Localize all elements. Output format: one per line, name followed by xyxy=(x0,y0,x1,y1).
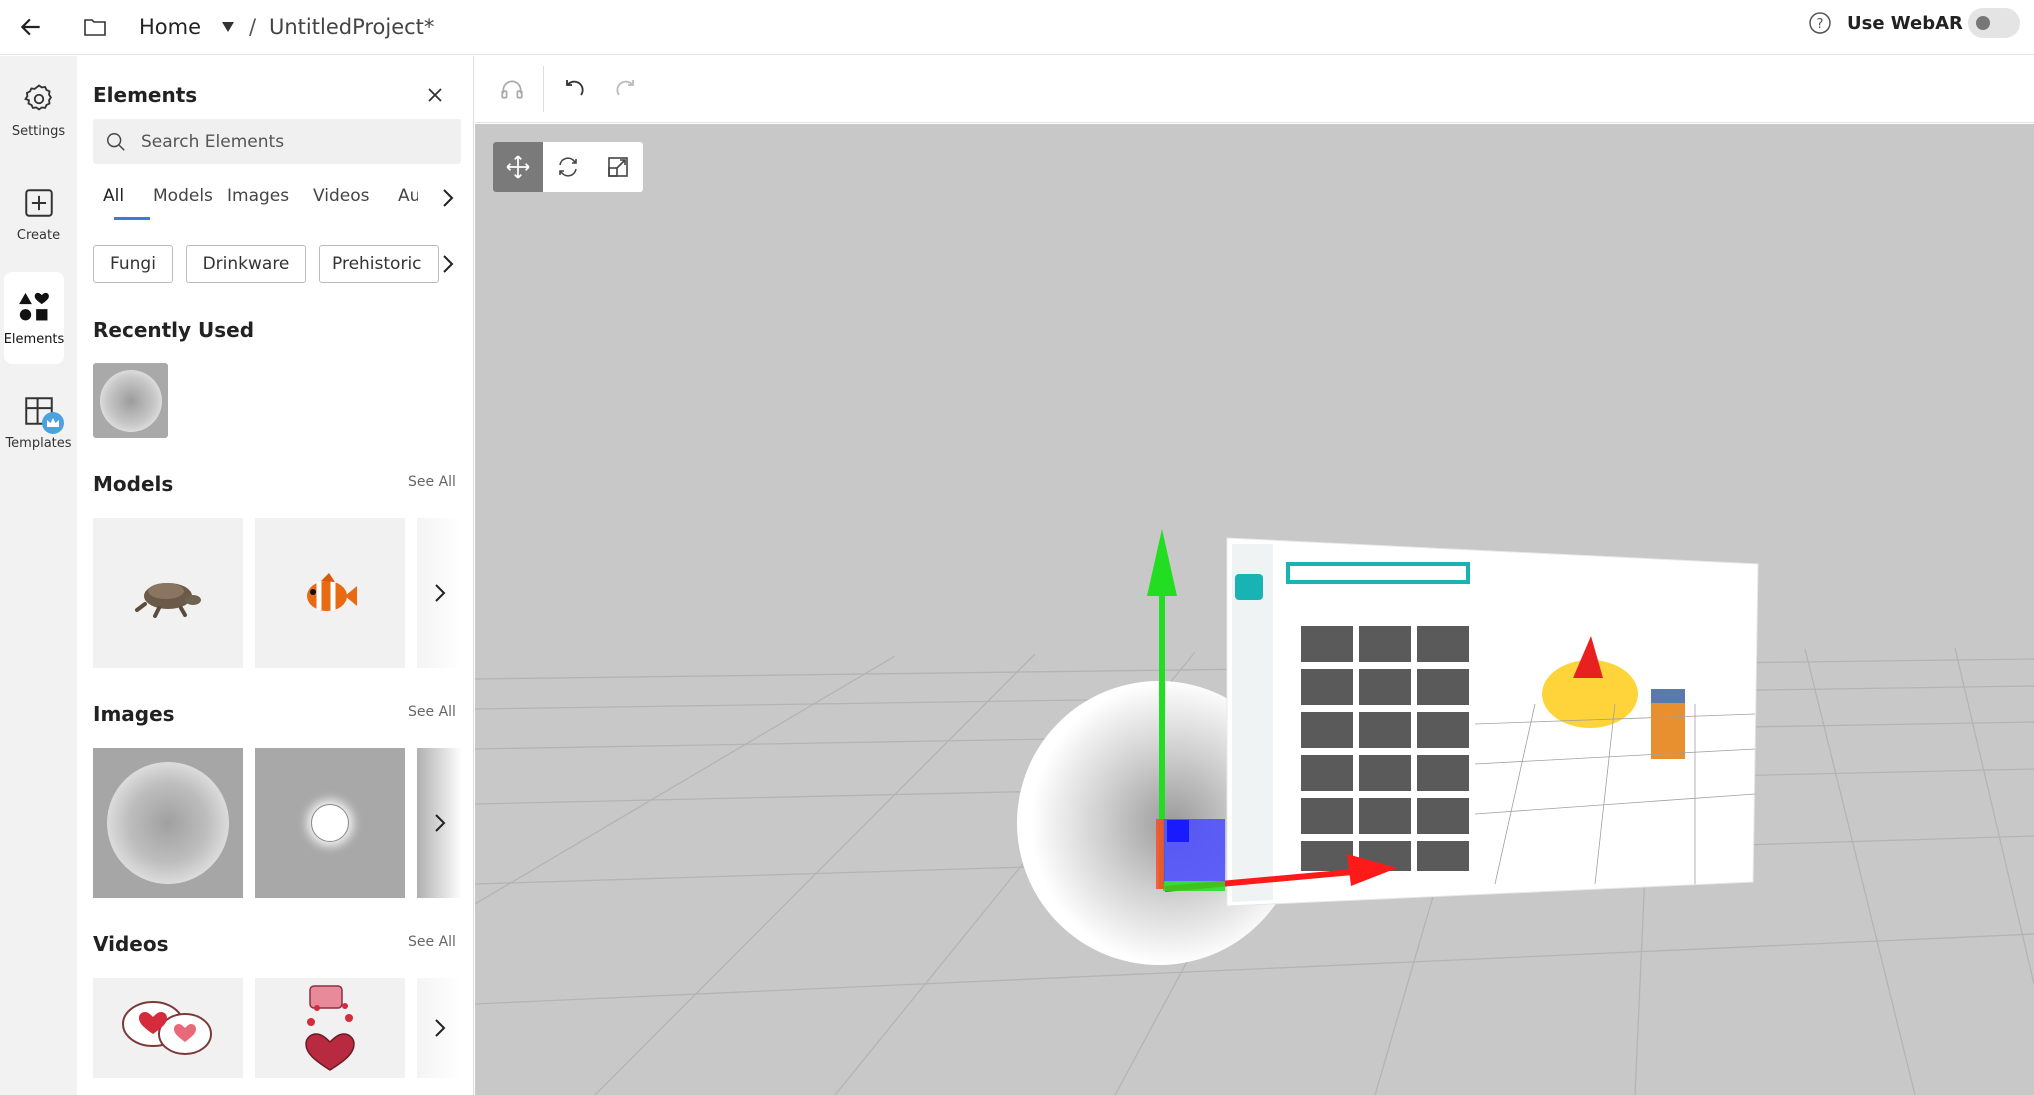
recent-item-radial-image[interactable] xyxy=(93,363,168,438)
scene-canvas xyxy=(475,529,2034,1095)
close-icon xyxy=(428,88,442,102)
undo-icon xyxy=(566,80,584,96)
chips-scroll-right-button[interactable] xyxy=(441,254,455,278)
chevron-right-icon xyxy=(443,255,454,273)
chip-drinkware[interactable]: Drinkware xyxy=(186,245,306,283)
elements-panel: Elements All Models Images Videos Au Fun… xyxy=(78,56,474,1095)
rail-item-elements[interactable]: Elements xyxy=(4,272,64,364)
images-title: Images xyxy=(93,702,175,726)
crown-icon xyxy=(46,417,59,427)
search-icon xyxy=(107,132,125,151)
tab-models[interactable]: Models xyxy=(153,186,213,206)
recently-used-title: Recently Used xyxy=(93,318,255,342)
rail-label-templates: Templates xyxy=(5,435,72,451)
breadcrumb-home[interactable]: Home xyxy=(139,11,201,43)
clownfish-icon xyxy=(307,573,357,611)
rail-label-elements: Elements xyxy=(3,331,65,347)
tab-images[interactable]: Images xyxy=(227,186,289,206)
move-tool-button[interactable] xyxy=(493,142,543,192)
left-rail: Settings Create Elements Templates xyxy=(0,56,77,1095)
model-thumb-clownfish[interactable] xyxy=(255,518,405,668)
model-thumb-turtle[interactable] xyxy=(93,518,243,668)
rotate-tool-button[interactable] xyxy=(543,142,593,192)
vr-headset-button[interactable] xyxy=(499,76,525,106)
models-see-all-link[interactable]: See All xyxy=(408,474,456,490)
viewport xyxy=(475,56,2034,1095)
images-see-all-link[interactable]: See All xyxy=(408,704,456,720)
rotate-icon xyxy=(559,157,577,177)
help-button[interactable]: ? xyxy=(1808,10,1834,36)
chip-prehistoric[interactable]: Prehistoric xyxy=(319,245,439,283)
chevron-right-icon xyxy=(434,1019,445,1037)
video-thumb-heart-box[interactable] xyxy=(255,978,405,1078)
rail-label-settings: Settings xyxy=(11,123,66,139)
svg-text:?: ? xyxy=(1817,17,1824,32)
tab-active-underline xyxy=(114,217,150,220)
chevron-right-icon xyxy=(434,814,445,832)
video-thumb-heart-bubbles[interactable] xyxy=(93,978,243,1078)
projects-button[interactable] xyxy=(82,12,112,42)
folder-icon xyxy=(84,19,106,36)
move-arrows-icon xyxy=(506,155,530,179)
caret-down-icon xyxy=(222,22,234,32)
breadcrumb-separator: / xyxy=(249,15,257,39)
templates-icon-wrap xyxy=(22,394,64,434)
models-title: Models xyxy=(93,472,174,496)
chevron-right-icon xyxy=(443,189,454,207)
videos-title: Videos xyxy=(93,932,169,956)
videos-next-button[interactable] xyxy=(417,978,462,1078)
webar-toggle[interactable] xyxy=(1968,8,2020,38)
toggle-knob xyxy=(1976,16,1990,30)
image-thumb-radial[interactable] xyxy=(93,748,243,898)
3d-scene[interactable] xyxy=(475,124,2034,1095)
help-circle-icon: ? xyxy=(1809,12,1831,34)
close-panel-button[interactable] xyxy=(424,84,446,106)
home-dropdown-toggle[interactable] xyxy=(221,14,235,40)
glow-dot-image xyxy=(311,804,349,842)
headset-icon xyxy=(501,80,523,99)
category-tabs: All Models Images Videos Au xyxy=(93,186,461,222)
tab-all[interactable]: All xyxy=(103,186,124,206)
scale-tool-button[interactable] xyxy=(593,142,643,192)
turtle-icon xyxy=(135,583,201,618)
radial-gradient-thumb xyxy=(99,369,162,432)
webar-label: Use WebAR xyxy=(1847,12,1963,34)
rail-item-create[interactable]: Create xyxy=(0,168,77,260)
tab-videos[interactable]: Videos xyxy=(313,186,370,206)
plus-square-icon xyxy=(24,188,53,217)
radial-gradient-image xyxy=(107,762,229,884)
images-next-button[interactable] xyxy=(417,748,462,898)
chip-fungi[interactable]: Fungi xyxy=(93,245,173,283)
chevron-right-icon xyxy=(434,584,445,602)
top-bar: Home / UntitledProject* ? Use WebAR xyxy=(0,0,2034,55)
back-button[interactable] xyxy=(18,12,48,42)
videos-see-all-link[interactable]: See All xyxy=(408,934,456,950)
redo-icon xyxy=(616,80,634,96)
redo-button[interactable] xyxy=(613,77,637,105)
rail-item-templates[interactable]: Templates xyxy=(0,376,77,468)
image-thumb-glow-dot[interactable] xyxy=(255,748,405,898)
rail-label-create: Create xyxy=(16,227,61,243)
heart-gift-box-icon xyxy=(305,985,355,1071)
search-box xyxy=(93,119,461,164)
undo-button[interactable] xyxy=(563,77,587,105)
tab-audio[interactable]: Au xyxy=(398,186,418,206)
viewport-toolbar xyxy=(475,56,2034,123)
heart-bubbles-icon xyxy=(122,1001,212,1055)
project-name[interactable]: UntitledProject* xyxy=(269,11,434,43)
premium-crown-badge xyxy=(41,411,64,434)
arrow-left-icon xyxy=(20,18,40,36)
scale-icon xyxy=(608,157,628,177)
toolbar-divider xyxy=(543,66,544,112)
rail-item-settings[interactable]: Settings xyxy=(0,64,77,156)
screenshot-panel-object xyxy=(1226,537,1759,907)
shapes-icon xyxy=(19,292,49,320)
search-input[interactable] xyxy=(139,130,439,153)
transform-mode-toolbar xyxy=(493,142,643,192)
models-next-button[interactable] xyxy=(417,518,462,668)
gear-icon xyxy=(23,83,52,110)
panel-title: Elements xyxy=(93,83,198,107)
tabs-scroll-right-button[interactable] xyxy=(441,188,455,212)
